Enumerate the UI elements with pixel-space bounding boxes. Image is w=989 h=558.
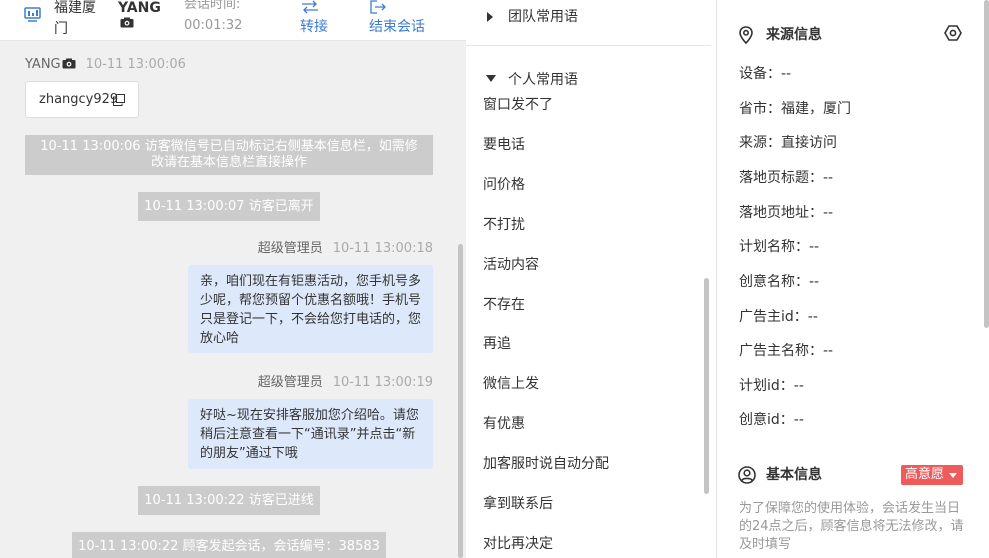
chat-panel: 福建厦门 YANG 会话时间: 00:01:32 转接 结束会话 YANG 10… [0,0,466,558]
info-label: 省市： [739,101,781,117]
team-phrases-group[interactable]: 团队常用语 [466,0,711,46]
info-row-source: 来源：直接访问 [739,134,837,152]
info-value: -- [809,274,820,290]
info-row-creative-name: 创意名称：-- [739,273,819,291]
agent-message-header: 超级管理员 10-11 13:00:18 [258,241,433,257]
transfer-label: 转接 [300,19,328,35]
agent-message-sender: 超级管理员 [257,375,323,390]
copy-icon[interactable] [113,94,125,106]
info-row-landing-title: 落地页标题：-- [739,169,833,187]
system-message: 10-11 13:00:07 访客已离开 [138,192,320,221]
info-value: -- [809,239,820,255]
info-label: 来源： [739,135,781,151]
intent-label: 高意愿 [905,467,945,482]
info-label: 创意名称： [739,274,809,290]
phrase-item[interactable]: 拿到联系后 [483,495,553,513]
info-value: -- [807,309,818,325]
end-session-button[interactable]: 结束会话 [369,0,433,40]
agent-message-bubble: 亲，咱们现在有钜惠活动，您手机号多少呢，帮您预留个优惠名额哦！手机号只是登记一下… [188,265,433,353]
location-pin-icon [739,26,753,44]
phrases-scrollbar[interactable] [704,278,709,494]
phrase-item[interactable]: 加客服时说自动分配 [483,455,609,473]
info-row-plan-name: 计划名称：-- [739,238,819,256]
info-label: 广告主id： [739,309,808,325]
info-panel: 来源信息 设备：-- 省市：福建，厦门 来源：直接访问 落地页标题：-- 落地页… [718,0,989,558]
phrase-item[interactable]: 微信上发 [483,375,539,393]
visitor-message-timestamp: 10-11 13:00:06 [85,57,186,72]
info-scrollbar[interactable] [984,0,989,328]
system-message: 10-11 13:00:22 访客已进线 [138,486,320,515]
info-value: -- [823,205,834,221]
visitor-message-bubble: zhangcy929 [25,81,139,118]
info-label: 计划id： [739,378,794,394]
info-label: 广告主名称： [739,343,823,359]
info-value: -- [793,412,804,428]
info-value: 直接访问 [781,135,837,151]
phrase-item[interactable]: 对比再决定 [483,535,553,553]
visitor-name: YANG [118,0,161,16]
info-value: -- [823,170,834,186]
agent-message-timestamp: 10-11 13:00:18 [332,241,433,256]
monitor-icon [24,7,41,22]
intent-dropdown[interactable]: 高意愿 [901,465,963,485]
agent-message-bubble: 好哒~现在安排客服加您介绍哈。请您稍后注意查看一下“通讯录”并点击“新的朋友”通… [188,399,433,469]
settings-icon[interactable] [944,24,962,42]
system-message: 10-11 13:00:06 访客微信号已自动标记右侧基本信息栏，如需修改请在基… [25,135,433,175]
info-label: 计划名称： [739,239,809,255]
transfer-button[interactable]: 转接 [300,0,336,40]
end-session-label: 结束会话 [369,19,425,35]
exit-icon [370,0,386,14]
phrases-panel: 团队常用语 个人常用语 窗口发不了 要电话 问价格 不打扰 活动内容 不存在 再… [466,0,717,558]
transfer-icon [302,0,318,14]
info-label: 设备： [739,66,781,82]
info-label: 落地页地址： [739,205,823,221]
info-value: -- [793,378,804,394]
info-row-city: 省市：福建，厦门 [739,100,851,118]
phrase-item[interactable]: 活动内容 [483,256,539,274]
caret-down-icon [486,75,496,82]
caret-right-icon [487,12,493,22]
agent-message-header: 超级管理员 10-11 13:00:19 [258,375,433,391]
source-info-title: 来源信息 [766,27,822,43]
user-circle-icon [738,466,756,484]
info-label: 落地页标题： [739,170,823,186]
phrase-item[interactable]: 不打扰 [483,216,525,234]
visitor-message-header: YANG 10-11 13:00:06 [25,57,186,73]
visitor-location: 福建厦门 [54,0,96,37]
visitor-message-sender: YANG [25,57,61,72]
info-value: -- [823,343,834,359]
system-message: 10-11 13:00:22 顾客发起会话，会话编号：38583 [72,532,386,558]
basic-info-title: 基本信息 [766,467,822,483]
info-row-device: 设备：-- [739,65,791,83]
info-row-creative-id: 创意id：-- [739,411,804,429]
info-row-advertiser-id: 广告主id：-- [739,308,818,326]
camera-icon [62,58,76,69]
info-row-plan-id: 计划id：-- [739,377,804,395]
agent-message-timestamp: 10-11 13:00:19 [332,375,433,390]
chat-scrollbar[interactable] [458,244,463,558]
phrase-item[interactable]: 不存在 [483,296,525,314]
personal-phrases-group[interactable]: 个人常用语 [466,62,711,98]
info-row-advertiser-name: 广告主名称：-- [739,342,833,360]
camera-icon [120,17,134,28]
info-value: -- [781,66,792,82]
caret-down-icon [949,473,957,478]
info-note: 为了保障您的使用体验，会话发生当日的24点之后，顾客信息将无法修改，请及时填写 [739,501,964,552]
chat-header: 福建厦门 YANG 会话时间: 00:01:32 转接 结束会话 [0,0,466,41]
info-value: 福建，厦门 [781,101,851,117]
personal-phrases-label: 个人常用语 [508,72,578,88]
phrase-item[interactable]: 窗口发不了 [483,96,553,114]
agent-message-sender: 超级管理员 [257,241,323,256]
info-row-landing-url: 落地页地址：-- [739,204,833,222]
phrase-item[interactable]: 要电话 [483,136,525,154]
session-time-value: 00:01:32 [184,18,243,33]
phrase-item[interactable]: 有优惠 [483,415,525,433]
visitor-message-text: zhangcy929 [39,92,119,107]
session-time-label: 会话时间: [184,0,241,12]
info-label: 创意id： [739,412,794,428]
phrase-item[interactable]: 问价格 [483,176,525,194]
team-phrases-label: 团队常用语 [508,9,578,25]
phrase-item[interactable]: 再追 [483,335,511,353]
